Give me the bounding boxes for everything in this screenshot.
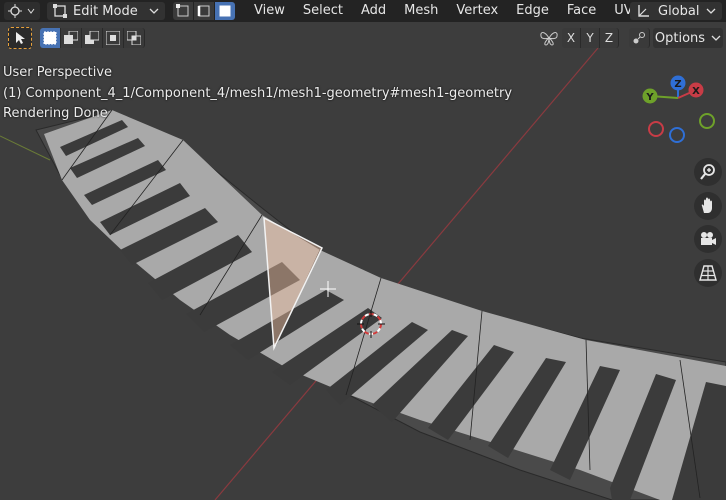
gizmo-z-label: Z (674, 79, 681, 90)
mode-dropdown[interactable]: Edit Mode (47, 2, 165, 20)
mirror-x-toggle[interactable]: X (562, 28, 581, 48)
header-menu: View Select Add Mesh Vertex Edge Face UV (245, 0, 642, 22)
mirror-y-toggle[interactable]: Y (581, 28, 600, 48)
select-extend-button[interactable] (61, 28, 82, 48)
vertex-select-button[interactable] (173, 2, 194, 20)
zoom-button[interactable] (694, 158, 722, 186)
options-label: Options (654, 30, 706, 46)
select-intersect-button[interactable] (124, 28, 145, 48)
menu-mesh[interactable]: Mesh (395, 0, 447, 22)
gizmo-neg-y-axis[interactable] (699, 113, 715, 129)
grid-perspective-icon (699, 265, 717, 281)
select-invert-icon (106, 31, 120, 45)
select-invert-button[interactable] (103, 28, 124, 48)
chevron-down-icon (149, 8, 159, 14)
ortho-toggle-button[interactable] (694, 259, 722, 287)
butterfly-icon (540, 32, 558, 46)
tool-settings-bar: X Y Z Options (0, 26, 726, 52)
chevron-down-icon (711, 35, 721, 41)
render-status-label: Rendering Done (3, 106, 108, 121)
face-select-icon (219, 5, 231, 17)
viewport-header: Edit Mode View Select Add Mesh Vertex Ed… (0, 0, 726, 22)
select-subtract-icon (85, 31, 99, 44)
mode-label: Edit Mode (73, 3, 138, 19)
options-dropdown[interactable]: Options (653, 28, 723, 48)
hand-icon (701, 197, 712, 213)
cursor-arrow-icon (16, 32, 25, 44)
menu-vertex[interactable]: Vertex (447, 0, 507, 22)
menu-face[interactable]: Face (558, 0, 605, 22)
gizmo-neg-x-axis[interactable] (648, 121, 664, 137)
mirror-axis-group: X Y Z (538, 28, 650, 48)
select-new-button[interactable] (40, 28, 61, 48)
mirror-z-toggle[interactable]: Z (600, 28, 619, 48)
vertex-select-icon (176, 4, 189, 17)
transform-orientation-dropdown[interactable]: Global (630, 2, 722, 20)
camera-view-button[interactable] (694, 225, 722, 253)
auto-merge-icon (633, 32, 645, 44)
gizmo-y-label: Y (645, 92, 654, 103)
chevron-down-icon (706, 8, 716, 14)
gizmo-x-label: X (692, 86, 700, 97)
perspective-label: User Perspective (3, 65, 113, 80)
pan-button[interactable] (694, 192, 722, 220)
object-path-label: (1) Component_4_1/Component_4/mesh1/mesh… (3, 85, 513, 101)
edit-mode-icon (53, 4, 67, 18)
edge-select-button[interactable] (194, 2, 215, 20)
menu-edge[interactable]: Edge (507, 0, 558, 22)
face-select-button[interactable] (215, 2, 235, 20)
viewport-info: User Perspective (1) Component_4_1/Compo… (3, 63, 512, 125)
transform-orientation-label: Global (658, 3, 700, 19)
select-extend-icon (64, 31, 78, 44)
gizmo-neg-z-axis[interactable] (669, 127, 685, 143)
select-box-tool-button[interactable] (8, 27, 32, 49)
menu-select[interactable]: Select (294, 0, 352, 22)
auto-merge-toggle[interactable] (629, 28, 650, 48)
transform-orientation-icon (638, 5, 649, 17)
menu-add[interactable]: Add (352, 0, 395, 22)
select-mode-group (173, 2, 235, 20)
select-subtract-button[interactable] (82, 28, 103, 48)
editor-type-dropdown[interactable] (4, 2, 40, 20)
viewport-editor-icon (8, 4, 35, 18)
navigation-gizmo[interactable]: Y X Z (636, 72, 720, 144)
edge-select-icon (197, 5, 210, 17)
select-intersect-icon (127, 31, 141, 45)
zoom-icon (700, 164, 715, 180)
selection-mode-group (40, 28, 145, 48)
menu-view[interactable]: View (245, 0, 294, 22)
select-new-icon (43, 31, 57, 45)
camera-icon (701, 232, 716, 245)
